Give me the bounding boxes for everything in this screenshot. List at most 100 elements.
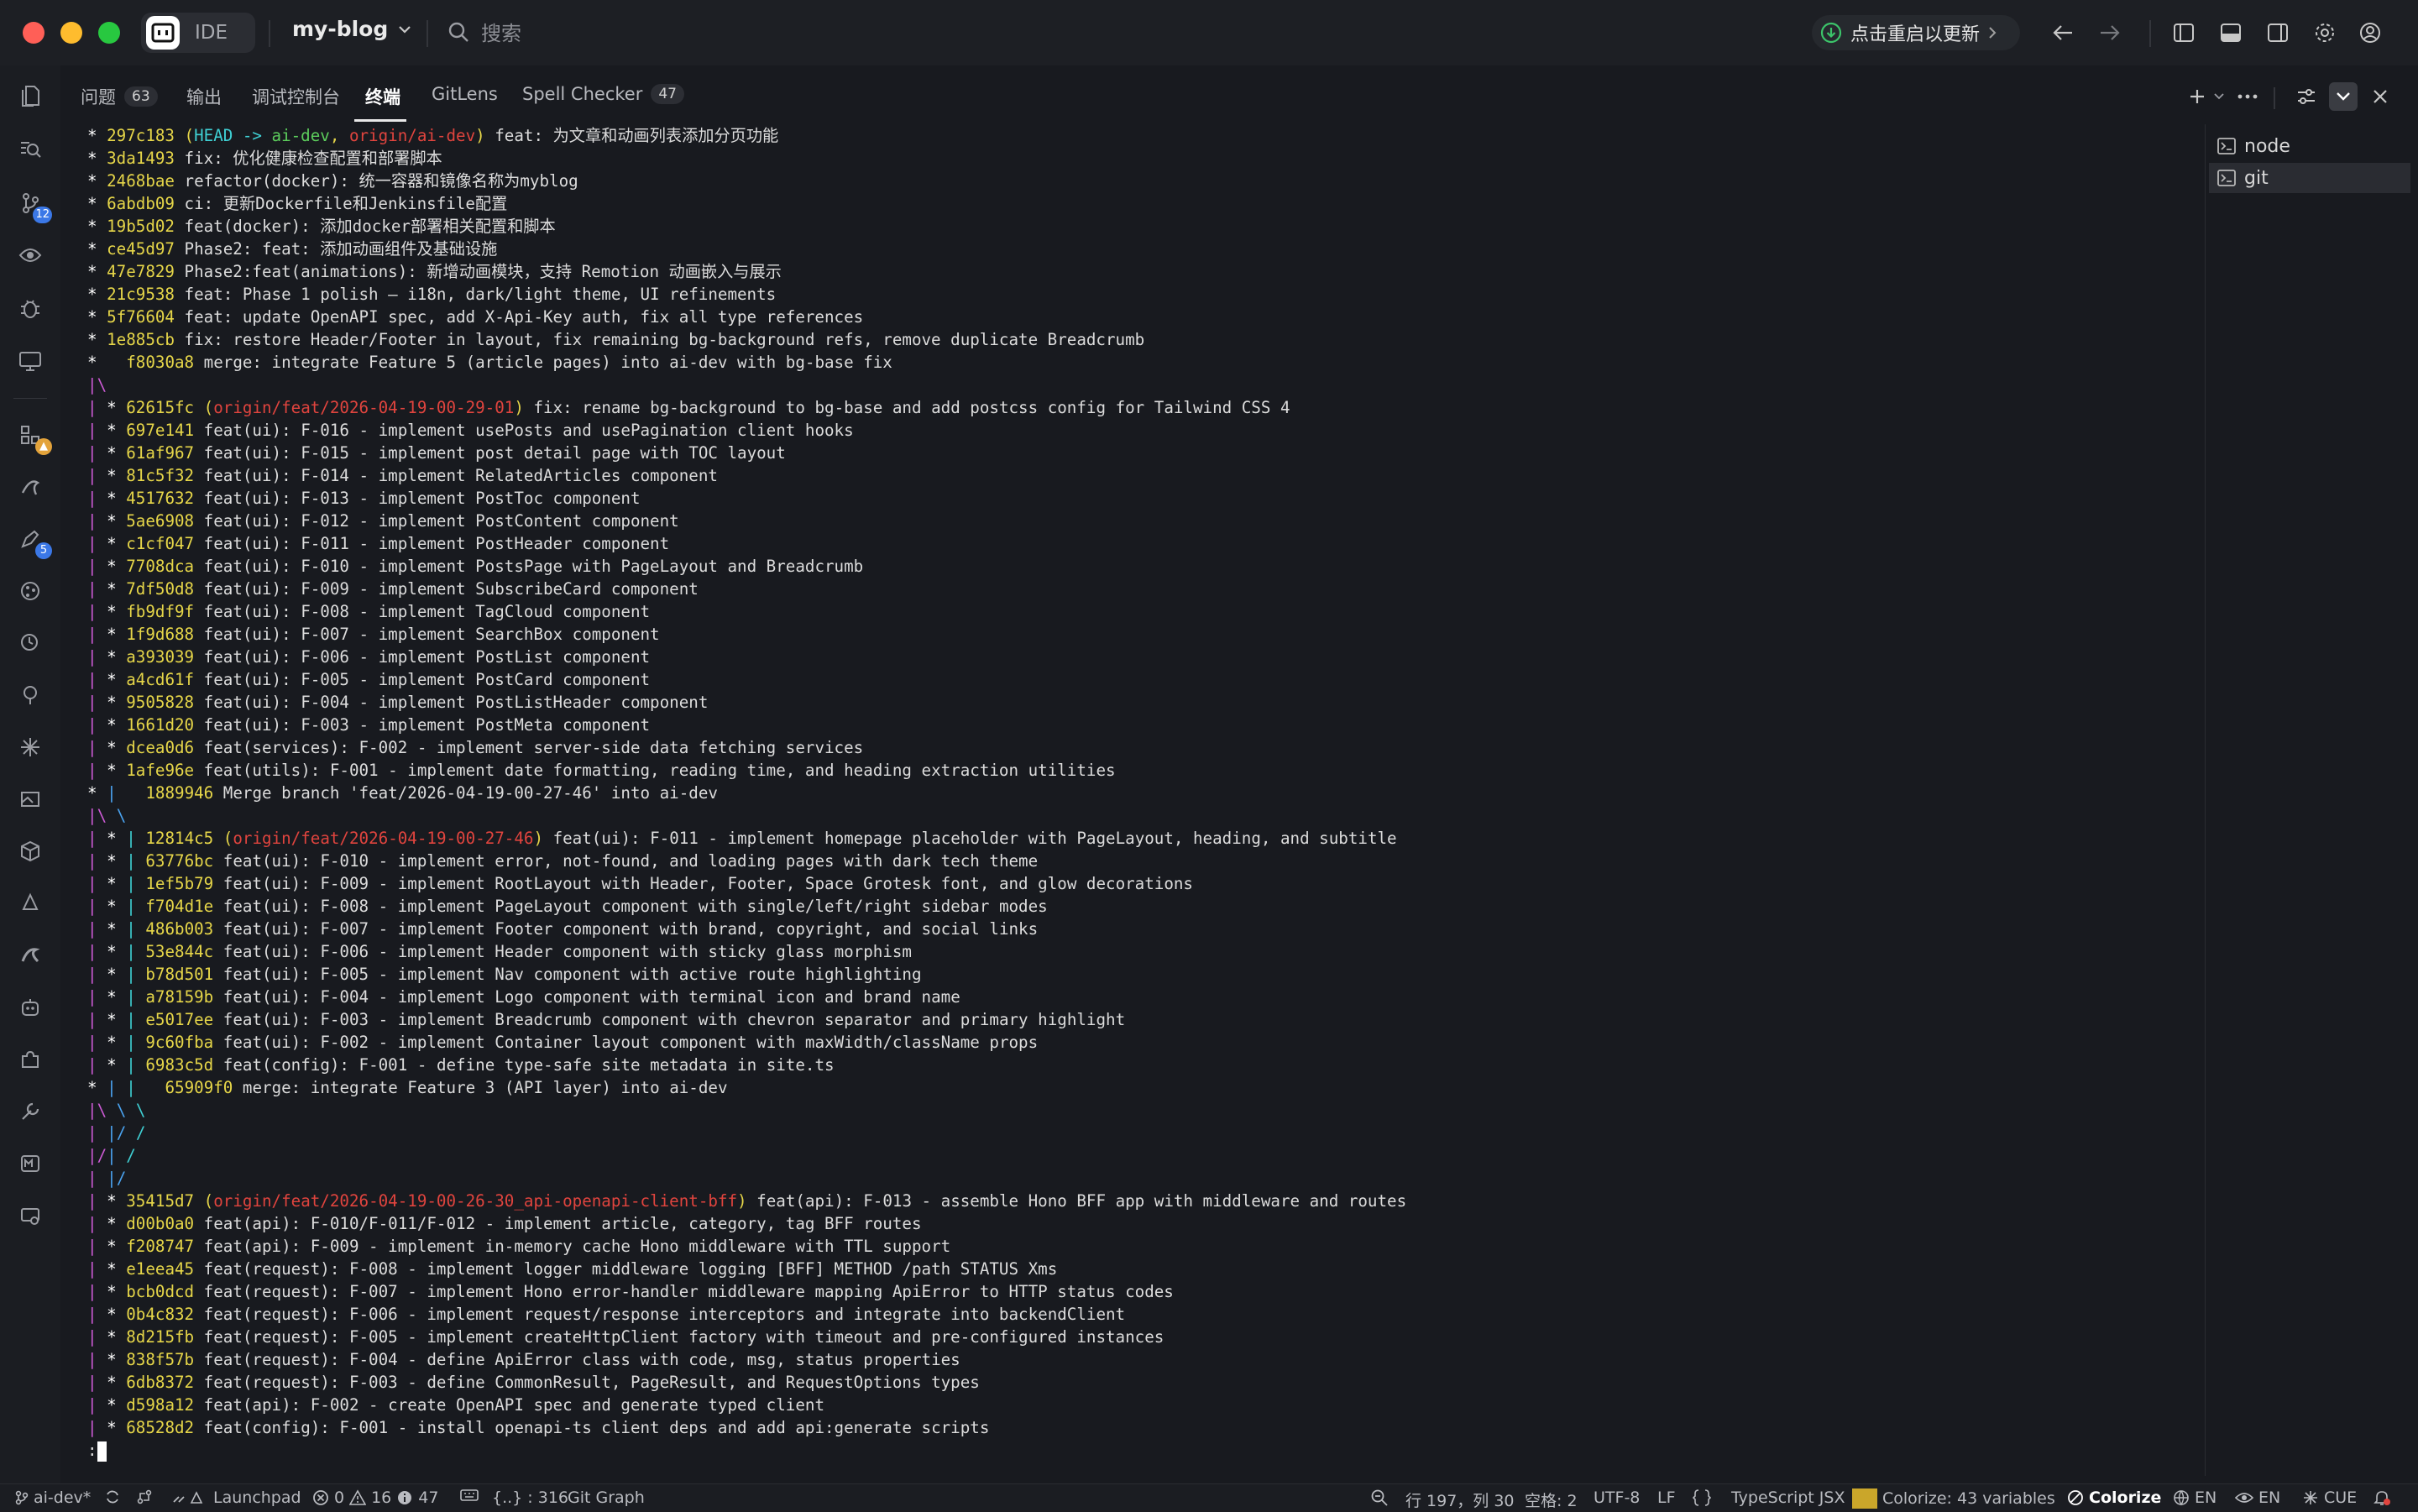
back-arrow-icon[interactable] [2049,18,2077,47]
commit-hash[interactable]: e5017ee [145,1010,213,1029]
tools-icon[interactable] [13,1095,47,1128]
input-language-2[interactable]: EN [2235,1488,2280,1507]
braces-icon[interactable] [1693,1488,1711,1507]
commit-hash[interactable]: 35415d7 [126,1191,194,1211]
brand-icon[interactable] [13,470,47,504]
commit-hash[interactable]: e1eea45 [126,1259,194,1279]
remote-explorer-icon[interactable] [13,344,47,378]
commit-hash[interactable]: 53e844c [145,942,213,961]
commit-hash[interactable]: 7708dca [126,557,194,576]
commit-hash[interactable]: 5ae6908 [126,511,194,531]
commit-hash[interactable]: 9505828 [126,693,194,712]
commit-hash[interactable]: 838f57b [126,1350,194,1369]
commit-hash[interactable]: d598a12 [126,1395,194,1415]
commit-hash[interactable]: 62615fc [126,398,194,417]
commit-hash[interactable]: 1ef5b79 [145,874,213,893]
commit-hash[interactable]: f8030a8 [126,353,194,372]
commit-hash[interactable]: a4cd61f [126,670,194,689]
commit-hash[interactable]: fb9df9f [126,602,194,621]
sync-icon[interactable] [104,1488,121,1505]
commit-hash[interactable]: c1cf047 [126,534,194,553]
line-ending[interactable]: LF [1657,1488,1676,1507]
symbol-count[interactable]: {..} : 316 [492,1488,568,1507]
close-panel-icon[interactable] [2368,84,2393,109]
swirl-icon[interactable] [13,939,47,972]
remote-settings-icon[interactable] [13,1199,47,1232]
commit-hash[interactable]: 1afe96e [126,761,194,780]
robot-icon[interactable] [13,991,47,1024]
zoom-icon[interactable] [1370,1488,1389,1507]
toggle-left-sidebar-icon[interactable] [2169,18,2198,47]
tree-icon[interactable] [13,678,47,712]
cursor-position[interactable]: 行 197，列 30 [1405,1488,1515,1511]
pen-icon[interactable]: 5 [13,522,52,559]
close-window-button[interactable] [23,22,44,44]
colorize-toggle[interactable]: Colorize [2067,1488,2161,1507]
commit-hash[interactable]: 9c60fba [145,1033,213,1052]
commit-hash[interactable]: 5f76604 [107,307,175,327]
commit-hash[interactable]: 68528d2 [126,1418,194,1437]
commit-hash[interactable]: d00b0a0 [126,1214,194,1233]
restart-to-update-button[interactable]: 点击重启以更新 [1812,15,2020,50]
branch-status[interactable]: ai-dev* [15,1488,91,1507]
launchpad-button[interactable]: Launchpad [171,1488,301,1507]
commit-hash[interactable]: 697e141 [126,421,194,440]
commit-hash[interactable]: 81c5f32 [126,466,194,485]
chevron-down-icon[interactable] [2206,84,2232,109]
commit-hash[interactable]: 7df50d8 [126,579,194,599]
commit-hash[interactable]: 6983c5d [145,1055,213,1075]
commit-hash[interactable]: 61af967 [126,443,194,463]
notifications-icon[interactable] [2373,1488,2391,1507]
terminal-prompt-line[interactable]: : [87,1439,2203,1462]
commit-hash[interactable]: 1e885cb [107,330,175,349]
commit-hash[interactable]: 19b5d02 [107,217,175,236]
history-search-icon[interactable] [13,626,47,660]
maximize-panel-icon[interactable] [2329,82,2358,111]
package-icon[interactable] [13,834,47,868]
search-bar[interactable]: 搜索 [447,17,521,46]
commit-hash[interactable]: 1889946 [145,783,213,803]
tab-gitlens[interactable]: GitLens [432,84,498,104]
drop-icon[interactable] [13,887,47,920]
commit-hash[interactable]: 486b003 [145,919,213,939]
commit-hash[interactable]: 4517632 [126,489,194,508]
commit-hash[interactable]: 8d215fb [126,1327,194,1347]
tab-terminal[interactable]: 终端 [365,84,400,109]
puzzle-icon[interactable] [13,1043,47,1076]
eye-icon[interactable] [13,238,47,272]
git-branch-icon[interactable] [13,574,47,608]
commit-hash[interactable]: ce45d97 [107,239,175,259]
commit-hash[interactable]: 3da1493 [107,149,175,168]
ide-mode-badge[interactable]: IDE [141,13,255,53]
input-language-1[interactable]: EN [2173,1488,2216,1507]
commit-hash[interactable]: 21c9538 [107,285,175,304]
terminal-list-item-node[interactable]: node [2209,131,2410,161]
commit-hash[interactable]: 47e7829 [107,262,175,281]
commit-hash[interactable]: a393039 [126,647,194,667]
search-icon[interactable] [13,133,47,166]
markdown-icon[interactable] [13,1147,47,1180]
extensions-icon[interactable]: ▲ [13,418,52,455]
encoding[interactable]: UTF-8 [1594,1488,1640,1507]
commit-hash[interactable]: 1f9d688 [126,625,194,644]
debug-icon[interactable] [13,292,47,326]
commit-hash[interactable]: 6db8372 [126,1373,194,1392]
gear-icon[interactable] [2311,18,2339,47]
panel-settings-icon[interactable] [2294,84,2319,109]
problems-status[interactable]: 0 16 47 [312,1488,438,1507]
commit-hash[interactable]: 12814c5 [145,829,213,848]
project-selector[interactable]: my-blog [292,17,411,41]
commit-hash[interactable]: bcb0dcd [126,1282,194,1301]
terminal-list-item-git[interactable]: git [2209,163,2410,193]
image-editor-icon[interactable] [13,782,47,816]
language-mode[interactable]: TypeScript JSX [1731,1488,1845,1507]
commit-hash[interactable]: 0b4c832 [126,1305,194,1324]
commit-hash[interactable]: dcea0d6 [126,738,194,757]
commit-hash[interactable]: f208747 [126,1237,194,1256]
tab-spell-checker[interactable]: Spell Checker 47 [522,84,684,104]
minimize-window-button[interactable] [60,22,82,44]
commit-hash[interactable]: 6abdb09 [107,194,175,213]
tab-problems[interactable]: 问题 63 [81,84,158,109]
commit-hash[interactable]: 297c183 [107,126,175,145]
tab-debug-console[interactable]: 调试控制台 [252,84,340,109]
